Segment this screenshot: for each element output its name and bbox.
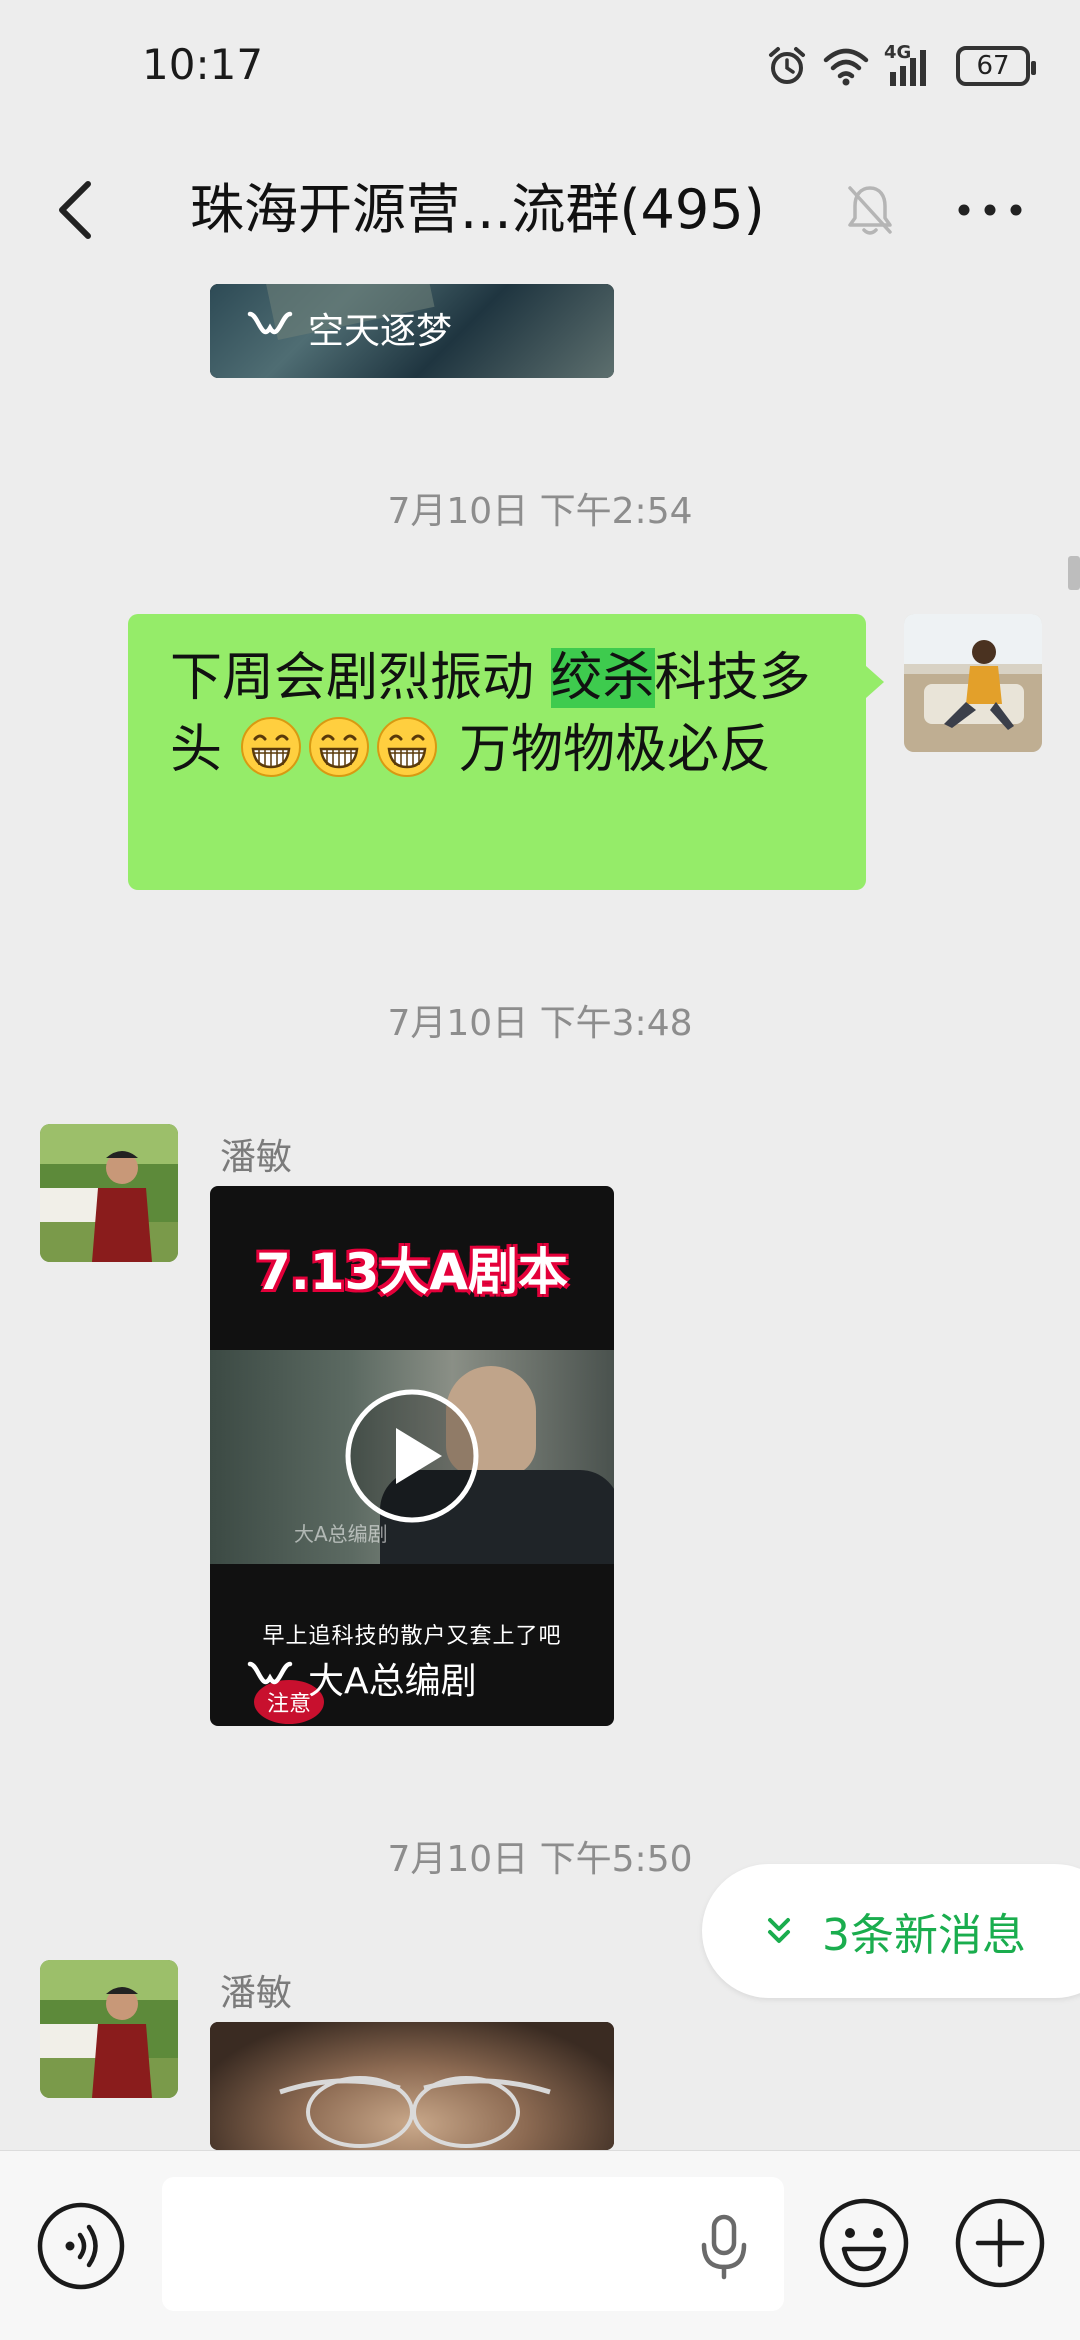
back-icon[interactable] xyxy=(44,170,114,250)
highlighted-text: 绞杀 xyxy=(550,648,655,708)
mic-icon[interactable] xyxy=(694,2211,754,2281)
image-message[interactable] xyxy=(210,2022,614,2150)
chat-screen: 10:17 4G 67 珠海开源营...流群(495) 空天逐梦 7月10日 下… xyxy=(0,0,1080,2340)
signal-indicator: 4G xyxy=(884,42,942,88)
play-icon[interactable] xyxy=(344,1388,480,1524)
avatar-image xyxy=(40,1124,178,1262)
mute-bell-icon xyxy=(848,186,892,235)
chat-title[interactable]: 珠海开源营...流群(495) xyxy=(190,170,810,250)
input-bar xyxy=(0,2150,1080,2340)
channel-tag: 空天逐梦 xyxy=(246,302,452,354)
status-time: 10:17 xyxy=(142,40,264,89)
message-text: 万物物极必反 xyxy=(442,720,772,780)
video-card-top[interactable]: 空天逐梦 xyxy=(210,284,614,378)
glasses-detail xyxy=(279,2076,551,2148)
sender-avatar[interactable] xyxy=(40,1124,178,1262)
grin-emoji xyxy=(308,717,369,777)
sender-avatar[interactable] xyxy=(40,1960,178,2098)
channel-name: 空天逐梦 xyxy=(308,311,453,352)
more-icon[interactable] xyxy=(950,180,1030,240)
voice-icon[interactable] xyxy=(36,2201,126,2291)
outgoing-message-bubble[interactable]: 下周会剧烈振动 绞杀科技多头 万物物极必反 xyxy=(128,614,884,890)
chat-header: 珠海开源营...流群(495) xyxy=(0,140,1080,280)
message-text: 下周会剧烈振动 xyxy=(170,648,551,708)
battery-indicator: 67 xyxy=(956,46,1036,86)
sender-name: 潘敏 xyxy=(220,1137,293,1178)
plus-icon[interactable] xyxy=(954,2197,1046,2289)
battery-level: 67 xyxy=(976,51,1010,81)
grin-emoji xyxy=(376,717,437,777)
video-channel-icon xyxy=(247,1661,293,1684)
new-messages-button[interactable]: 3条新消息 xyxy=(702,1864,1080,1998)
avatar-image xyxy=(40,1960,178,2098)
grin-emoji xyxy=(240,717,301,777)
chevron-double-down-icon xyxy=(768,1918,790,1943)
wifi-icon xyxy=(823,48,869,86)
video-channel-icon xyxy=(247,311,293,334)
my-avatar[interactable] xyxy=(904,614,1042,752)
timestamp: 7月10日 下午3:48 xyxy=(387,1003,693,1044)
alarm-icon xyxy=(769,47,805,84)
channel-tag: 大A总编剧 xyxy=(246,1652,477,1704)
video-subtitle: 早上追科技的散户又套上了吧 xyxy=(262,1624,562,1649)
status-bar: 10:17 4G 67 xyxy=(0,0,1080,140)
video-title: 7.13大A剧本 xyxy=(255,1243,569,1301)
message-input[interactable] xyxy=(162,2177,784,2311)
avatar-image xyxy=(904,614,1042,752)
scrollbar[interactable] xyxy=(1068,556,1080,590)
video-message[interactable]: 7.13大A剧本 大A总编剧 早上追科技的散户又套上了吧 注意 大A总编剧 xyxy=(210,1186,614,1726)
emoji-icon[interactable] xyxy=(818,2197,910,2289)
signal-icon xyxy=(890,50,926,86)
sender-name: 潘敏 xyxy=(220,1973,293,2014)
new-messages-label: 3条新消息 xyxy=(822,1910,1026,1961)
channel-name: 大A总编剧 xyxy=(308,1661,477,1702)
status-icons: 4G 67 xyxy=(766,42,1036,88)
timestamp: 7月10日 下午2:54 xyxy=(387,491,693,532)
